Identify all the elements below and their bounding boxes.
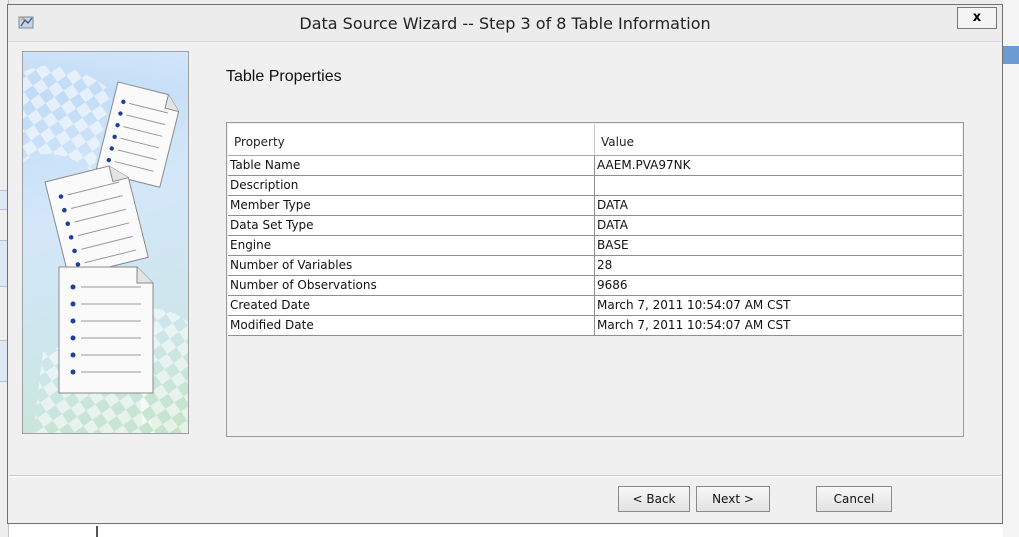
- table-header: Property Value: [228, 124, 962, 156]
- table-row[interactable]: Number of Variables 28: [228, 256, 962, 276]
- property-cell: Number of Variables: [228, 256, 595, 275]
- property-cell: Data Set Type: [228, 216, 595, 235]
- title-bar[interactable]: Data Source Wizard -- Step 3 of 8 Table …: [8, 5, 1002, 42]
- value-cell: March 7, 2011 10:54:07 AM CST: [597, 298, 791, 312]
- close-button[interactable]: x: [957, 7, 997, 29]
- value-cell: DATA: [597, 218, 628, 232]
- table-row[interactable]: Data Set Type DATA: [228, 216, 962, 236]
- next-button[interactable]: Next >: [696, 486, 770, 512]
- property-cell: Number of Observations: [228, 276, 595, 295]
- property-cell: Engine: [228, 236, 595, 255]
- background-right-marker: [1003, 46, 1019, 64]
- table-row[interactable]: Number of Observations 9686: [228, 276, 962, 296]
- table-row[interactable]: Engine BASE: [228, 236, 962, 256]
- column-header-value[interactable]: Value: [595, 124, 962, 155]
- value-cell: 9686: [597, 278, 628, 292]
- property-cell: Table Name: [228, 156, 595, 175]
- background-right-panel: [1003, 0, 1019, 537]
- data-source-wizard-dialog: Data Source Wizard -- Step 3 of 8 Table …: [7, 4, 1003, 524]
- wizard-illustration: [22, 51, 189, 434]
- value-cell: 28: [597, 258, 613, 272]
- background-divider: [96, 526, 98, 537]
- value-cell: March 7, 2011 10:54:07 AM CST: [597, 318, 791, 332]
- property-cell: Member Type: [228, 196, 595, 215]
- value-cell: BASE: [597, 238, 629, 252]
- table-row[interactable]: Table Name AAEM.PVA97NK: [228, 156, 962, 176]
- value-cell: AAEM.PVA97NK: [597, 158, 691, 172]
- cancel-button[interactable]: Cancel: [816, 486, 892, 512]
- value-cell: [595, 176, 963, 195]
- section-heading: Table Properties: [226, 68, 342, 85]
- window-title: Data Source Wizard -- Step 3 of 8 Table …: [299, 14, 711, 33]
- property-cell: Created Date: [228, 296, 595, 315]
- table-row[interactable]: Modified Date March 7, 2011 10:54:07 AM …: [228, 316, 962, 336]
- value-cell: DATA: [597, 198, 628, 212]
- table-row[interactable]: Description: [228, 176, 962, 196]
- table-row[interactable]: Created Date March 7, 2011 10:54:07 AM C…: [228, 296, 962, 316]
- footer-separator: [9, 475, 1001, 477]
- table-row[interactable]: Member Type DATA: [228, 196, 962, 216]
- properties-table[interactable]: Property Value Table Name AAEM.PVA97NK D…: [226, 122, 964, 437]
- property-cell: Description: [228, 176, 595, 195]
- document-list-illustration-icon: [23, 52, 188, 433]
- property-cell: Modified Date: [228, 316, 595, 335]
- column-header-property[interactable]: Property: [228, 124, 595, 155]
- back-button[interactable]: < Back: [618, 486, 690, 512]
